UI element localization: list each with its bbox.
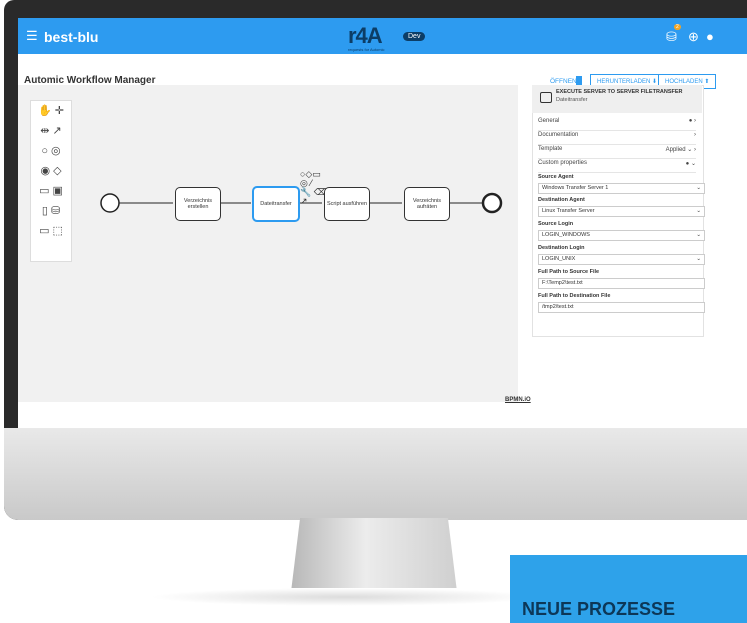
section-general[interactable]: General ● › [538,118,696,131]
banner-text: NEUE PROZESSE [522,599,676,619]
field-label: Destination Agent [538,197,585,203]
destination-login-select[interactable]: LOGIN_UNIX ⌄ [538,254,705,265]
field-label: Full Path to Destination File [538,293,611,299]
chevron-right-icon: › [694,132,696,138]
task-cleanup-dir[interactable]: Verzeichnis aufräten [404,187,450,221]
section-custom-properties[interactable]: Custom properties ● ⌄ [538,160,696,173]
panel-subtitle: Dateitransfer [556,97,588,103]
section-label: Template [538,146,563,152]
section-label: General [538,118,560,124]
task-type-icon [540,92,552,103]
section-label: Custom properties [538,160,588,166]
task-run-script[interactable]: Script ausführen [324,187,370,221]
promo-banner: NEUE PROZESSE [510,555,747,623]
chevron-down-icon: ● ⌄ [685,161,696,167]
field-label: Source Agent [538,174,574,180]
section-label: Documentation [538,132,579,138]
chevron-right-icon: ● › [688,118,696,124]
section-template[interactable]: Template Applied ⌄ › [538,146,696,159]
task-file-transfer[interactable]: Dateitransfer [252,186,300,222]
field-label: Destination Login [538,245,585,251]
template-applied: Applied ⌄ › [665,147,696,153]
context-pad-icons[interactable]: ○◇▭ ◎ ⁄ 🔧 ⌫ ↗ [300,170,326,206]
section-documentation[interactable]: Documentation › [538,132,696,145]
field-label: Full Path to Source File [538,269,600,275]
panel-title: EXECUTE SERVER TO SERVER FILETRANSFER [556,89,683,95]
source-path-input[interactable]: F:\Temp2\test.txt [538,278,705,289]
destination-agent-select[interactable]: Linux Transfer Server ⌄ [538,206,705,217]
task-create-dir[interactable]: Verzeichnis erstellen [175,187,221,221]
source-agent-select[interactable]: Windows Transfer Server 1 ⌄ [538,183,705,194]
bpmn-watermark[interactable]: BPMN.iO [505,397,531,403]
destination-path-input[interactable]: /tmp2/test.txt [538,302,705,313]
source-login-select[interactable]: LOGIN_WINDOWS ⌄ [538,230,705,241]
field-label: Source Login [538,221,574,227]
